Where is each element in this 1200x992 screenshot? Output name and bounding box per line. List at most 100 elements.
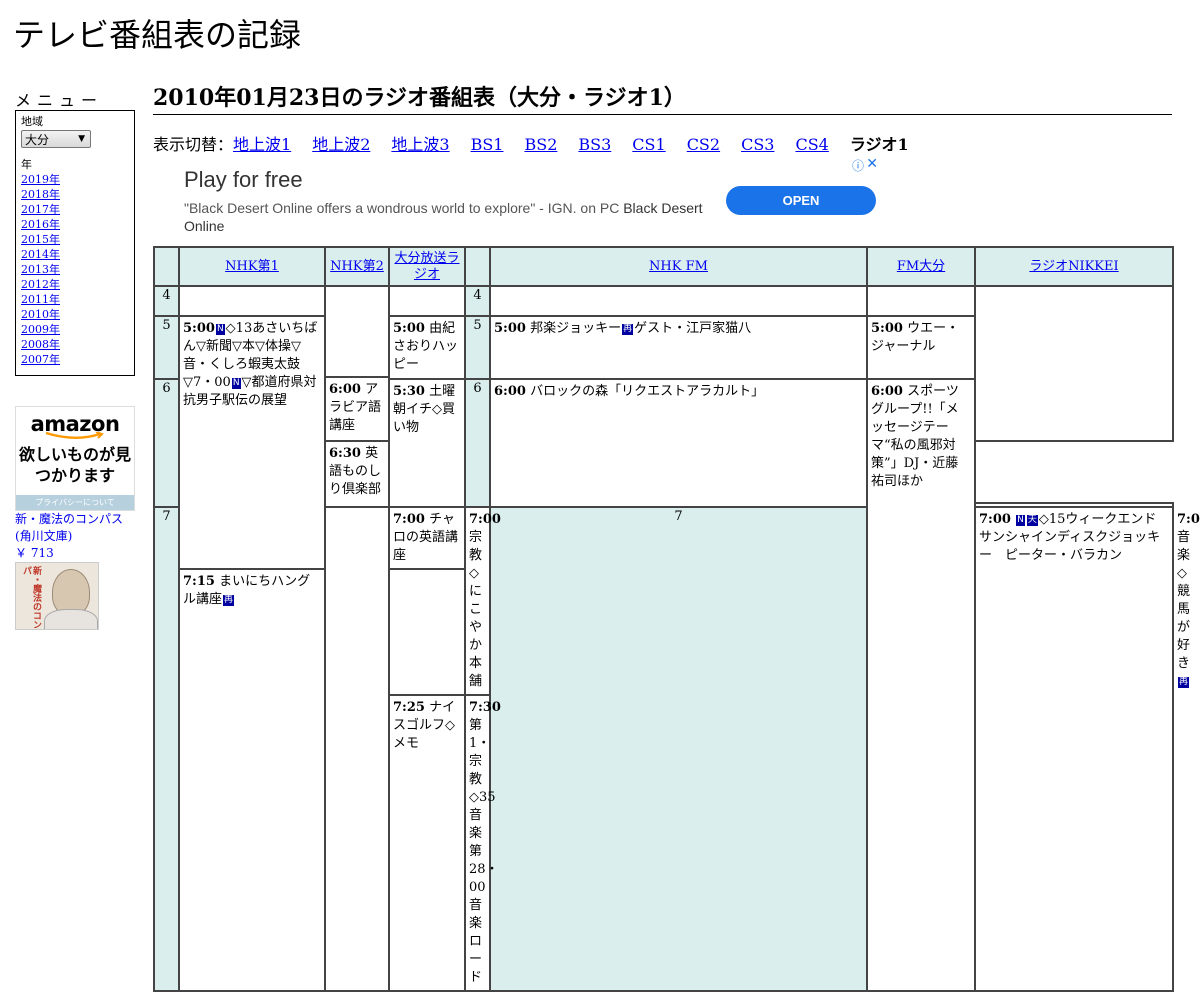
channel-link-nikkei[interactable]: ラジオNIKKEI xyxy=(1029,259,1118,274)
program-cell[interactable]: 5:00 N ◇13あさいちばん▽新聞▽本▽体操▽音・くしろ蝦夷太鼓▽7・00 N ▽都… xyxy=(178,315,326,570)
channel-header: 大分放送ラジオ xyxy=(388,246,466,287)
program-time: 6:00 xyxy=(871,384,903,399)
program-time: 7:00 xyxy=(979,512,1011,527)
year-link-2008[interactable]: 2008年 xyxy=(21,338,60,351)
amazon-privacy-bar[interactable]: プライバシーについて xyxy=(16,495,134,510)
channel-link-nhk1[interactable]: NHK第1 xyxy=(225,259,279,274)
empty-slot xyxy=(178,285,326,317)
ad-close-icon[interactable]: ✕ xyxy=(866,155,878,172)
year-link-2017[interactable]: 2017年 xyxy=(21,203,60,216)
channel-link-nhkfm[interactable]: NHK FM xyxy=(649,259,708,274)
news-badge-icon: N xyxy=(215,324,225,335)
switch-link-terrestrial1[interactable]: 地上波1 xyxy=(233,135,291,154)
program-text: 宗教◇にこやか本舗 xyxy=(469,530,483,689)
switch-link-terrestrial3[interactable]: 地上波3 xyxy=(391,135,449,154)
region-select[interactable]: 大分 ▼ xyxy=(21,130,91,148)
program-cell[interactable]: 7:00 宗教◇にこやか本舗 xyxy=(464,506,501,696)
switch-link-terrestrial2[interactable]: 地上波2 xyxy=(312,135,370,154)
switch-link-cs3[interactable]: CS3 xyxy=(741,135,774,154)
hour-cell: 7 xyxy=(153,506,180,992)
page-title: 2010年01月23日のラジオ番組表（大分・ラジオ1） xyxy=(153,83,1172,115)
hour-cell: 4 xyxy=(153,285,180,317)
channel-header: NHK FM xyxy=(489,246,868,287)
program-time: 5:00 xyxy=(393,321,425,336)
program-cell[interactable]: 6:00 アラビア語講座 xyxy=(324,376,390,442)
empty-slot xyxy=(489,285,868,317)
program-time: 7:15 xyxy=(183,574,215,589)
site-title: テレビ番組表の記録 xyxy=(13,16,302,54)
year-link-2014[interactable]: 2014年 xyxy=(21,248,60,261)
switch-link-bs3[interactable]: BS3 xyxy=(578,135,611,154)
year-link-2007[interactable]: 2007年 xyxy=(21,353,60,366)
program-text: 音楽◇競馬が好き xyxy=(1177,530,1191,671)
amazon-privacy-text: プライバシーについて xyxy=(35,498,115,507)
program-time: 5:00 xyxy=(871,321,903,336)
program-text: ゲスト・江戸家猫八 xyxy=(634,321,752,336)
book-price: ￥ 713 xyxy=(15,546,54,560)
year-link-2018[interactable]: 2018年 xyxy=(21,188,60,201)
year-link-2012[interactable]: 2012年 xyxy=(21,278,60,291)
program-cell[interactable]: 5:30 土曜朝イチ◇買い物 xyxy=(388,378,466,508)
book-cover-figure xyxy=(44,609,98,629)
program-cell[interactable]: 6:00 スポーツグループ!!「メッセージテーマ“私の風邪対策”」DJ・近藤祐司… xyxy=(866,378,976,992)
switch-link-cs1[interactable]: CS1 xyxy=(632,135,665,154)
program-time: 7:00 xyxy=(393,512,425,527)
book-cover-image[interactable]: 新・魔法のコンパ xyxy=(15,562,99,630)
switch-link-cs4[interactable]: CS4 xyxy=(795,135,828,154)
book-link-block: 新・魔法のコンパス (角川文庫) ￥ 713 xyxy=(15,511,140,562)
program-cell[interactable]: 5:00 ウエー・ジャーナル xyxy=(866,315,976,380)
program-time: 7:00 xyxy=(1177,512,1200,527)
channel-header: FM大分 xyxy=(866,246,976,287)
table-row: 4 4 xyxy=(153,285,1174,442)
empty-slot xyxy=(866,285,976,317)
program-time: 7:30 xyxy=(469,700,501,715)
hour-cell: 6 xyxy=(153,378,180,508)
program-cell[interactable]: 7:00 チャロの英語講座 xyxy=(388,506,466,570)
switch-link-bs1[interactable]: BS1 xyxy=(471,135,504,154)
year-link-2010[interactable]: 2010年 xyxy=(21,308,60,321)
ad-quote: "Black Desert Online offers a wondrous w… xyxy=(184,200,620,216)
empty-slot xyxy=(324,506,390,992)
switch-link-cs2[interactable]: CS2 xyxy=(687,135,720,154)
program-cell[interactable]: 5:00 邦楽ジョッキー再ゲスト・江戸家猫八 xyxy=(489,315,868,380)
program-cell[interactable]: 7:25 ナイスゴルフ◇メモ xyxy=(388,694,466,992)
switcher-label: 表示切替： xyxy=(153,135,234,154)
dropdown-arrow-icon: ▼ xyxy=(78,134,85,144)
hour-cell: 6 xyxy=(464,378,491,508)
program-time: 7:25 xyxy=(393,700,425,715)
program-cell[interactable]: 5:00 由紀さおりハッピー xyxy=(388,315,466,380)
menu-panel: 地域 大分 ▼ 年 2019年 2018年 2017年 2016年 2015年 … xyxy=(15,110,135,376)
year-link-2015[interactable]: 2015年 xyxy=(21,233,60,246)
hour-cell: 4 xyxy=(464,285,491,317)
channel-header: NHK第1 xyxy=(178,246,326,287)
year-link-2013[interactable]: 2013年 xyxy=(21,263,60,276)
year-link-2009[interactable]: 2009年 xyxy=(21,323,60,336)
program-cell[interactable]: 7:30 第1・宗教◇35音楽第28・00音楽ロード xyxy=(464,694,501,992)
news-badge-icon: N xyxy=(1016,515,1025,526)
program-cell[interactable]: 7:00 N 天 ◇15ウィークエンドサンシャインディスクジョッキー ピーター・バラ… xyxy=(974,506,1174,992)
channel-link-fmoita[interactable]: FM大分 xyxy=(897,259,945,274)
amazon-ad[interactable]: amazon 欲しいものが見つかります プライバシーについて xyxy=(15,406,135,511)
hour-cell: 5 xyxy=(464,315,491,380)
ad-choices-icon[interactable]: ⓘ xyxy=(852,157,864,174)
program-cell[interactable]: 6:30 英語ものしり倶楽部 xyxy=(324,440,390,508)
year-link-2011[interactable]: 2011年 xyxy=(21,293,60,306)
program-text: バロックの森「リクエストアラカルト」 xyxy=(530,384,765,399)
program-cell[interactable]: 6:00 バロックの森「リクエストアラカルト」 xyxy=(489,378,868,508)
program-time: 5:00 xyxy=(494,321,526,336)
ad-banner[interactable]: Play for free "Black Desert Online offer… xyxy=(153,155,881,246)
year-link-2019[interactable]: 2019年 xyxy=(21,173,60,186)
book-title-link[interactable]: 新・魔法のコンパス (角川文庫) xyxy=(15,512,123,543)
channel-link-nhk2[interactable]: NHK第2 xyxy=(330,259,384,274)
program-time: 5:30 xyxy=(393,384,425,399)
switch-current-radio1: ラジオ1 xyxy=(849,135,909,154)
hour-cell: 7 xyxy=(489,506,868,992)
year-link-2016[interactable]: 2016年 xyxy=(21,218,60,231)
switch-link-bs2[interactable]: BS2 xyxy=(524,135,557,154)
menu-heading: メニュー xyxy=(15,91,104,110)
empty-slot xyxy=(974,285,1174,442)
program-cell[interactable]: 7:15 まいにちハングル講座再 xyxy=(178,568,326,992)
channel-header: NHK第2 xyxy=(324,246,390,287)
ad-open-button[interactable]: OPEN xyxy=(726,186,876,215)
channel-link-obs[interactable]: 大分放送ラジオ xyxy=(394,251,459,282)
